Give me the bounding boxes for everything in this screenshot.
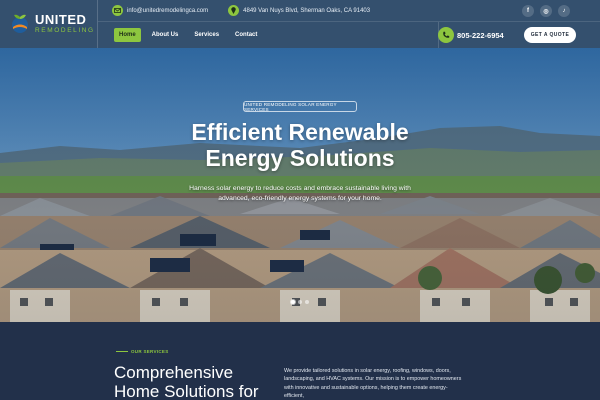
nav-contact[interactable]: Contact — [230, 28, 262, 42]
email-icon — [112, 5, 123, 16]
slider-dot-1[interactable] — [290, 300, 295, 304]
nav-services[interactable]: Services — [189, 28, 224, 42]
services-description: We provide tailored solutions in solar e… — [284, 368, 462, 400]
services-title-line1: Comprehensive — [114, 363, 234, 382]
instagram-icon[interactable]: ◎ — [540, 5, 552, 17]
tag-line — [116, 351, 128, 352]
services-title: Comprehensive Home Solutions for — [114, 363, 284, 400]
logo-name: UNITED — [35, 12, 87, 28]
hero-title: Efficient Renewable Energy Solutions — [140, 119, 460, 171]
logo-icon — [9, 13, 31, 35]
email-text: info@unitedremodelingca.com — [127, 7, 209, 14]
services-tag: OUR SERVICES — [116, 349, 169, 354]
top-bar: info@unitedremodelingca.com 4849 Van Nuy… — [98, 0, 600, 22]
slider-dot-2[interactable] — [297, 300, 302, 304]
hero-title-line1: Efficient Renewable — [191, 119, 409, 145]
hero-title-line2: Energy Solutions — [205, 145, 395, 171]
facebook-icon[interactable]: f — [522, 5, 534, 17]
get-a-quote-button[interactable]: GET A QUOTE — [524, 27, 576, 43]
tiktok-icon[interactable]: ♪ — [558, 5, 570, 17]
nav-about-us[interactable]: About Us — [147, 28, 184, 42]
hero-badge: UNITED REMODELING SOLAR ENERGY SERVICES — [243, 101, 357, 112]
social-links: f ◎ ♪ — [516, 5, 570, 17]
site-header: UNITED REMODELING info@unitedremodelingc… — [0, 0, 600, 48]
services-section: OUR SERVICES Comprehensive Home Solution… — [0, 322, 600, 400]
services-tag-text: OUR SERVICES — [131, 349, 169, 354]
hero-section: UNITED REMODELING SOLAR ENERGY SERVICES … — [0, 48, 600, 322]
logo[interactable]: UNITED REMODELING — [0, 0, 98, 48]
nav-home[interactable]: Home — [114, 28, 141, 42]
phone-contact[interactable]: 805-222-6954 — [438, 22, 504, 48]
location-pin-icon — [228, 5, 240, 16]
address-text: 4849 Van Nuys Blvd, Sherman Oaks, CA 914… — [243, 7, 371, 14]
phone-icon — [438, 27, 454, 43]
email-contact[interactable]: info@unitedremodelingca.com — [112, 5, 208, 16]
slider-dot-3[interactable] — [304, 300, 309, 304]
services-title-line2: Home Solutions for — [114, 382, 259, 400]
slider-dots — [289, 300, 310, 304]
logo-subname: REMODELING — [35, 27, 95, 35]
address-contact[interactable]: 4849 Van Nuys Blvd, Sherman Oaks, CA 914… — [228, 5, 370, 16]
phone-number: 805-222-6954 — [457, 30, 504, 40]
hero-subtitle: Harness solar energy to reduce costs and… — [189, 185, 411, 202]
